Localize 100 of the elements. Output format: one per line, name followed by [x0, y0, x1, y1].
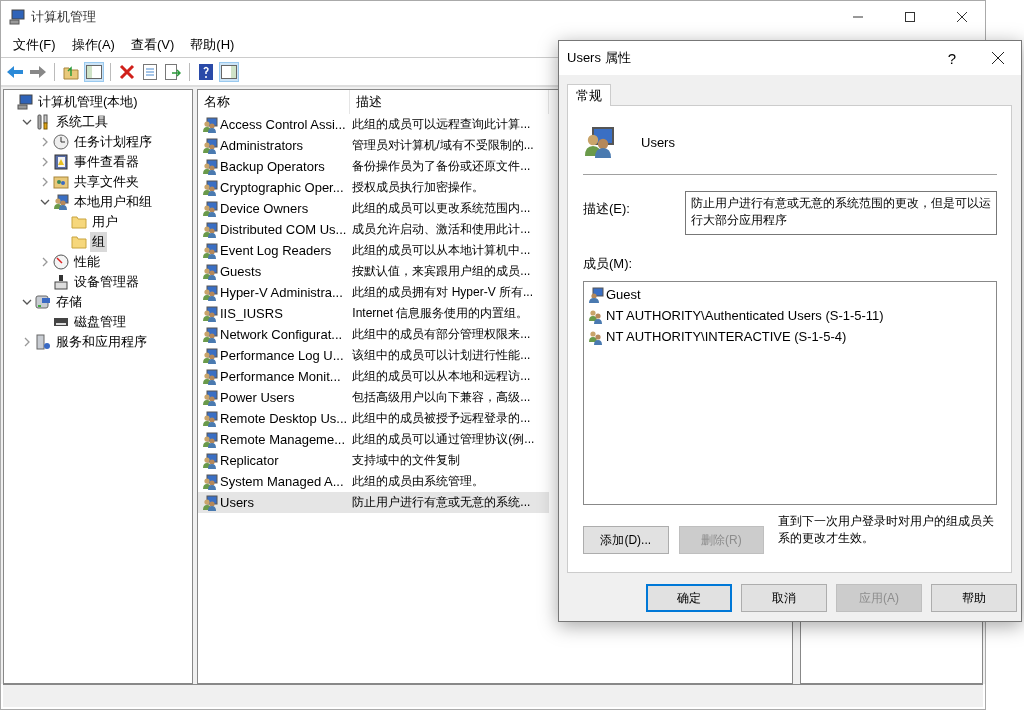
group-name: Performance Log U...: [220, 348, 344, 363]
group-icon: [202, 242, 218, 259]
column-header[interactable]: 描述: [350, 90, 549, 114]
group-row[interactable]: Guests 按默认值，来宾跟用户组的成员...: [198, 261, 549, 282]
group-name: Performance Monit...: [220, 369, 341, 384]
tree-item[interactable]: 磁盘管理: [72, 312, 128, 332]
group-description: 管理员对计算机/域有不受限制的...: [351, 137, 535, 154]
group-description: 此组中的成员有部分管理权限来...: [351, 326, 532, 343]
gauge-icon: [53, 254, 69, 270]
group-name: Replicator: [220, 453, 279, 468]
tree-item[interactable]: 事件查看器: [72, 152, 141, 172]
group-icon: [202, 452, 218, 469]
tree-item[interactable]: 用户: [90, 212, 120, 232]
add-button[interactable]: 添加(D)...: [583, 526, 669, 554]
group-name: System Managed A...: [220, 474, 344, 489]
group-name: Distributed COM Us...: [220, 222, 347, 237]
log-book-icon: [53, 154, 69, 170]
group-row[interactable]: Device Owners 此组的成员可以更改系统范围内...: [198, 198, 549, 219]
group-name: Device Owners: [220, 201, 309, 216]
group-description: 防止用户进行有意或无意的系统...: [351, 494, 532, 511]
help-button[interactable]: ?: [929, 49, 975, 67]
maximize-icon: [905, 12, 915, 22]
group-row[interactable]: Power Users 包括高级用户以向下兼容，高级...: [198, 387, 549, 408]
help-button[interactable]: [196, 61, 216, 82]
group-icon: [588, 328, 604, 345]
group-name: Access Control Assi...: [220, 117, 346, 132]
dialog-button[interactable]: 帮助: [931, 584, 1017, 612]
group-row[interactable]: Event Log Readers 此组的成员可以从本地计算机中...: [198, 240, 549, 261]
group-name: Network Configurat...: [220, 327, 343, 342]
group-icon: [202, 368, 218, 385]
group-icon: [202, 200, 218, 217]
members-list[interactable]: Guest NT AUTHORITY\Authenticated Users (S-1-5-11) NT AUTHORITY\INTERACTIVE (S-1-5-4): [583, 281, 997, 505]
menu-item[interactable]: 查看(V): [122, 34, 183, 56]
group-icon: [202, 263, 218, 280]
member-name[interactable]: NT AUTHORITY\INTERACTIVE (S-1-5-4): [606, 329, 847, 344]
group-description: 该组中的成员可以计划进行性能...: [351, 347, 532, 364]
window-title: 计算机管理: [31, 8, 96, 26]
group-icon: [202, 158, 218, 175]
tree-item[interactable]: 组: [90, 232, 107, 252]
export-button[interactable]: [163, 61, 183, 82]
tree-item[interactable]: 任务计划程序: [72, 132, 154, 152]
tree-item[interactable]: 计算机管理(本地): [36, 92, 140, 112]
description-field[interactable]: 防止用户进行有意或无意的系统范围的更改，但是可以运行大部分应用程序: [685, 191, 997, 235]
tree-item[interactable]: 存储: [54, 292, 84, 312]
menu-item[interactable]: 操作(A): [63, 34, 123, 56]
close-icon: [992, 52, 1004, 64]
group-icon: [202, 410, 218, 427]
group-description: 支持域中的文件复制: [351, 452, 462, 469]
member-name[interactable]: NT AUTHORITY\Authenticated Users (S-1-5-11): [606, 308, 884, 323]
group-row[interactable]: Performance Monit... 此组的成员可以从本地和远程访...: [198, 366, 549, 387]
menu-item[interactable]: 文件(F): [5, 34, 64, 56]
tree-item[interactable]: 本地用户和组: [72, 192, 154, 212]
show-tree-button[interactable]: [84, 61, 104, 82]
group-description: 按默认值，来宾跟用户组的成员...: [351, 263, 532, 280]
group-row[interactable]: System Managed A... 此组的成员由系统管理。: [198, 471, 549, 492]
group-name: Hyper-V Administra...: [220, 285, 343, 300]
group-icon: [202, 326, 218, 343]
group-name: Remote Manageme...: [220, 432, 345, 447]
tree-item[interactable]: 系统工具: [54, 112, 110, 132]
group-row[interactable]: Administrators 管理员对计算机/域有不受限制的...: [198, 135, 549, 156]
tools-icon: [35, 114, 51, 130]
dialog-button[interactable]: 确定: [646, 584, 732, 612]
note-text: 直到下一次用户登录时对用户的组成员关系的更改才生效。: [778, 513, 996, 547]
group-row[interactable]: Distributed COM Us... 成员允许启动、激活和使用此计...: [198, 219, 549, 240]
dialog-button[interactable]: 取消: [741, 584, 827, 612]
tree-item[interactable]: 设备管理器: [72, 272, 141, 292]
group-row[interactable]: Access Control Assi... 此组的成员可以远程查询此计算...: [198, 114, 549, 135]
group-description: 此组的成员可以通过管理协议(例...: [351, 431, 536, 448]
menu-item[interactable]: 帮助(H): [182, 34, 243, 56]
folder-icon: [71, 214, 87, 230]
group-row[interactable]: Backup Operators 备份操作员为了备份或还原文件...: [198, 156, 549, 177]
group-name: Users: [641, 134, 675, 150]
group-name: Remote Desktop Us...: [220, 411, 348, 426]
properties-button[interactable]: [140, 61, 160, 82]
group-name: Backup Operators: [220, 159, 325, 174]
member-name[interactable]: Guest: [606, 287, 641, 302]
group-name: Guests: [220, 264, 262, 279]
tree-item[interactable]: 共享文件夹: [72, 172, 141, 192]
group-row[interactable]: Users 防止用户进行有意或无意的系统...: [198, 492, 549, 513]
group-row[interactable]: Remote Manageme... 此组的成员可以通过管理协议(例...: [198, 429, 549, 450]
group-row[interactable]: Network Configurat... 此组中的成员有部分管理权限来...: [198, 324, 549, 345]
group-description: 此组的成员可以远程查询此计算...: [351, 116, 532, 133]
group-row[interactable]: Remote Desktop Us... 此组中的成员被授予远程登录的...: [198, 408, 549, 429]
dialog-title: Users 属性: [567, 49, 631, 67]
group-row[interactable]: Hyper-V Administra... 此组的成员拥有对 Hyper-V 所有...: [198, 282, 549, 303]
tree-item[interactable]: 性能: [72, 252, 102, 272]
tab[interactable]: 常规: [567, 84, 611, 106]
show-action-pane-button[interactable]: [219, 61, 239, 82]
tree-item[interactable]: 服务和应用程序: [54, 332, 149, 352]
group-description: 授权成员执行加密操作。: [351, 179, 486, 196]
group-row[interactable]: IIS_IUSRS Internet 信息服务使用的内置组。: [198, 303, 549, 324]
group-description: 成员允许启动、激活和使用此计...: [351, 221, 532, 238]
group-name: Users: [220, 495, 254, 510]
group-row[interactable]: Cryptographic Oper... 授权成员执行加密操作。: [198, 177, 549, 198]
clock-icon: [53, 134, 69, 150]
storage-icon: [35, 294, 51, 310]
column-header[interactable]: 名称: [198, 90, 350, 114]
group-description: 此组的成员拥有对 Hyper-V 所有...: [351, 284, 534, 301]
group-row[interactable]: Replicator 支持域中的文件复制: [198, 450, 549, 471]
group-row[interactable]: Performance Log U... 该组中的成员可以计划进行性能...: [198, 345, 549, 366]
